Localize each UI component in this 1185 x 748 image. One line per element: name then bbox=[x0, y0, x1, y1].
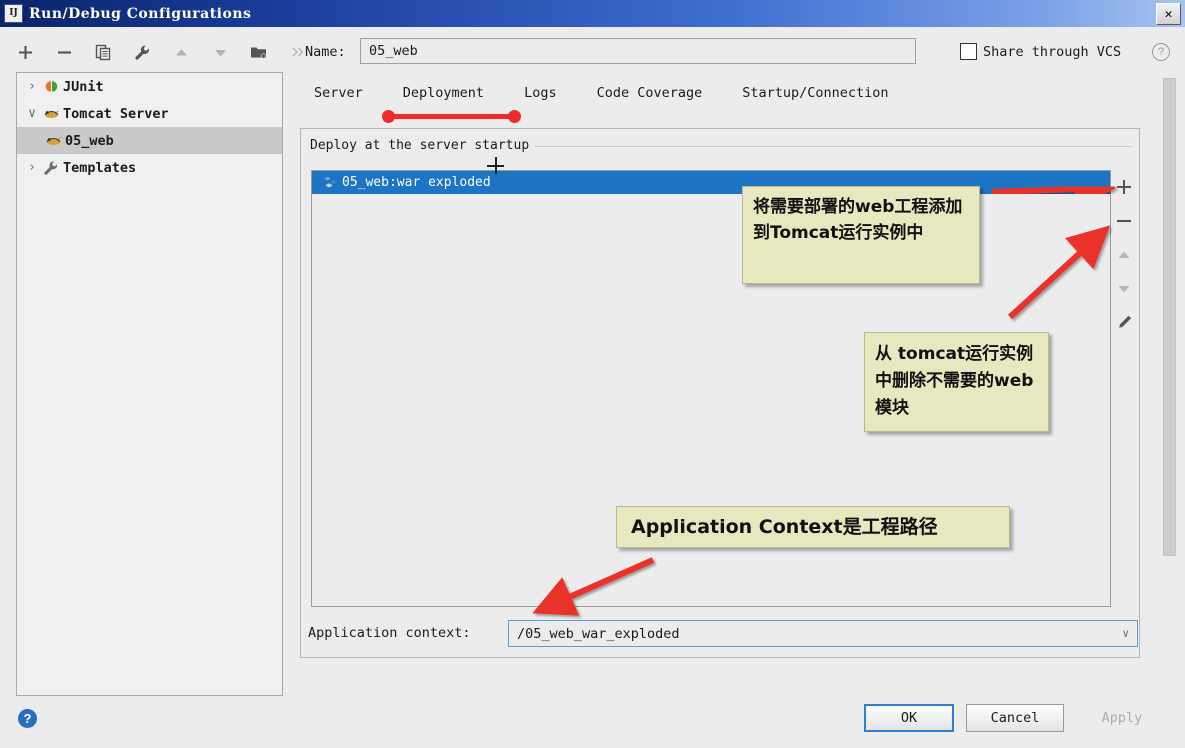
help-icon[interactable]: ? bbox=[1152, 43, 1170, 61]
application-context-label: Application context: bbox=[308, 625, 471, 641]
move-artifact-up-button bbox=[1110, 238, 1138, 272]
move-up-button bbox=[170, 41, 192, 63]
remove-configuration-button[interactable] bbox=[53, 41, 75, 63]
remove-artifact-button[interactable] bbox=[1110, 204, 1138, 238]
settings-tabs: Server Deployment Logs Code Coverage Sta… bbox=[308, 85, 909, 101]
dialog-scrollbar-thumb[interactable] bbox=[1163, 78, 1176, 556]
tree-item-05-web[interactable]: 05_web bbox=[17, 127, 282, 154]
move-artifact-down-button bbox=[1110, 272, 1138, 306]
tree-item-label: JUnit bbox=[63, 78, 104, 95]
group-divider bbox=[452, 146, 1132, 147]
tab-startup-connection[interactable]: Startup/Connection bbox=[722, 85, 908, 101]
tree-item-junit[interactable]: › JUnit bbox=[17, 73, 282, 100]
artifact-icon bbox=[320, 175, 340, 190]
share-through-vcs-checkbox[interactable] bbox=[960, 43, 977, 60]
cancel-button[interactable]: Cancel bbox=[966, 704, 1064, 732]
wrench-icon bbox=[41, 160, 61, 175]
annotation-application-context: Application Context是工程路径 bbox=[616, 506, 1010, 548]
window-title: Run/Debug Configurations bbox=[29, 5, 252, 22]
wrench-icon[interactable] bbox=[131, 41, 153, 63]
annotation-remove-artifact: 从 tomcat运行实例中删除不需要的web模块 bbox=[864, 332, 1049, 432]
tree-item-label: 05_web bbox=[65, 132, 114, 149]
junit-icon bbox=[41, 79, 61, 94]
chevron-down-icon[interactable]: ∨ bbox=[23, 106, 41, 121]
move-down-button bbox=[209, 41, 231, 63]
close-icon[interactable]: ✕ bbox=[1156, 3, 1181, 25]
share-through-vcs-label: Share through VCS bbox=[983, 44, 1122, 60]
artifact-label: 05_web:war exploded bbox=[342, 175, 491, 190]
tree-item-tomcat-server[interactable]: ∨ Tomcat Server bbox=[17, 100, 282, 127]
tree-item-label: Templates bbox=[63, 159, 137, 176]
annotation-add-artifact: 将需要部署的web工程添加到Tomcat运行实例中 bbox=[742, 186, 980, 284]
name-input[interactable] bbox=[360, 38, 916, 64]
tree-item-templates[interactable]: › Templates bbox=[17, 154, 282, 181]
application-context-combobox[interactable]: /05_web_war_exploded ∨ bbox=[508, 620, 1138, 647]
help-icon[interactable]: ? bbox=[18, 709, 37, 728]
tab-server[interactable]: Server bbox=[308, 85, 383, 101]
chevron-right-icon[interactable]: › bbox=[23, 79, 41, 94]
configurations-toolbar bbox=[14, 36, 309, 68]
window-titlebar: IJ Run/Debug Configurations ✕ bbox=[0, 0, 1185, 27]
tab-logs[interactable]: Logs bbox=[504, 85, 577, 101]
apply-button: Apply bbox=[1076, 704, 1168, 732]
name-label: Name: bbox=[305, 44, 346, 60]
deploy-at-startup-label: Deploy at the server startup bbox=[310, 138, 536, 153]
configurations-tree[interactable]: › JUnit ∨ Tomcat Server 05_web › Templat… bbox=[16, 72, 283, 696]
artifact-actions-toolbar bbox=[1110, 170, 1138, 360]
edit-artifact-button[interactable] bbox=[1110, 306, 1138, 340]
list-item[interactable]: 05_web:war exploded bbox=[312, 171, 1110, 194]
tomcat-icon bbox=[41, 106, 61, 121]
tree-item-label: Tomcat Server bbox=[63, 105, 169, 122]
chevron-down-icon[interactable]: ∨ bbox=[1122, 627, 1129, 640]
copy-configuration-button[interactable] bbox=[92, 41, 114, 63]
folder-add-icon[interactable] bbox=[248, 41, 270, 63]
chevron-right-icon[interactable]: › bbox=[23, 160, 41, 175]
ok-button[interactable]: OK bbox=[864, 704, 954, 732]
tab-deployment[interactable]: Deployment bbox=[383, 85, 504, 101]
add-artifact-button[interactable] bbox=[1110, 170, 1138, 204]
intellij-idea-icon: IJ bbox=[4, 4, 23, 23]
tomcat-icon bbox=[43, 133, 63, 148]
run-debug-configurations-dialog: IJ Run/Debug Configurations ✕ › JUnit ∨ … bbox=[0, 0, 1185, 748]
tab-code-coverage[interactable]: Code Coverage bbox=[577, 85, 723, 101]
add-configuration-button[interactable] bbox=[14, 41, 36, 63]
application-context-value: /05_web_war_exploded bbox=[517, 625, 680, 642]
annotation-underline-deployment bbox=[386, 114, 516, 119]
mouse-cursor-crosshair bbox=[487, 157, 504, 174]
